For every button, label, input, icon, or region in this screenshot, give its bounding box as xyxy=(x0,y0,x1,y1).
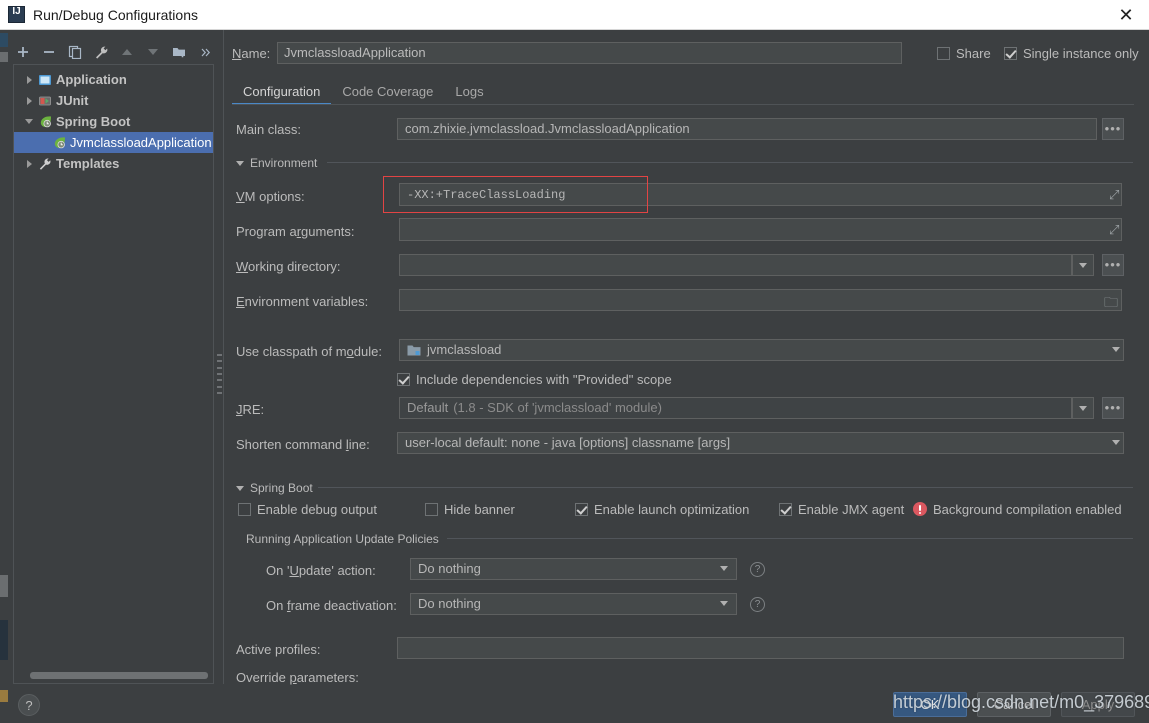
working-directory-browse-button[interactable]: ••• xyxy=(1102,254,1124,276)
chevron-down-icon xyxy=(236,486,244,491)
shorten-command-line-dropdown-arrow[interactable] xyxy=(1112,440,1120,445)
help-button[interactable]: ? xyxy=(18,694,40,716)
update-policies-label: Running Application Update Policies xyxy=(246,532,439,546)
classpath-module-label: Use classpath of module: xyxy=(236,344,382,359)
program-arguments-label: Program arguments: xyxy=(236,224,355,239)
environment-section-label: Environment xyxy=(250,156,317,170)
override-parameters-label: Override parameters: xyxy=(236,670,359,685)
run-debug-configurations-dialog: Run/Debug Configurations ✕ xyxy=(0,0,1149,723)
enable-jmx-agent-checkbox[interactable]: Enable JMX agent xyxy=(779,502,904,517)
main-class-label: Main class: xyxy=(236,122,301,137)
jre-combo[interactable]: Default (1.8 - SDK of 'jvmclassload' mod… xyxy=(399,397,1072,419)
working-directory-label: Working directory: xyxy=(236,259,341,274)
on-update-action-label: On 'Update' action: xyxy=(266,563,376,578)
enable-debug-output-checkbox[interactable]: Enable debug output xyxy=(238,502,377,517)
module-icon xyxy=(407,344,421,357)
checkbox-box[interactable] xyxy=(425,503,438,516)
classpath-module-value: jvmclassload xyxy=(427,340,501,360)
spring-boot-section-header[interactable]: Spring Boot xyxy=(236,481,313,495)
classpath-module-dropdown-arrow[interactable] xyxy=(1112,347,1120,352)
enable-launch-optimization-checkbox[interactable]: Enable launch optimization xyxy=(575,502,749,517)
include-provided-label: Include dependencies with "Provided" sco… xyxy=(416,372,672,387)
main-class-browse-button[interactable]: ••• xyxy=(1102,118,1124,140)
section-divider xyxy=(327,162,1133,163)
environment-variables-folder-icon[interactable]: 🗀 xyxy=(1104,292,1118,316)
on-update-dropdown-arrow[interactable] xyxy=(720,566,728,571)
program-arguments-expand-icon[interactable]: ⤢ xyxy=(1109,223,1119,238)
vm-options-label: VM options: xyxy=(236,189,305,204)
working-directory-dropdown[interactable] xyxy=(1072,254,1094,276)
on-update-action-combo[interactable]: Do nothing xyxy=(410,558,737,580)
error-circle-icon xyxy=(913,502,927,516)
checkbox-box[interactable] xyxy=(238,503,251,516)
jre-value: Default xyxy=(407,398,448,418)
main-class-input[interactable]: com.zhixie.jvmclassload.JvmclassloadAppl… xyxy=(397,118,1097,140)
section-divider xyxy=(318,487,1133,488)
hide-banner-checkbox[interactable]: Hide banner xyxy=(425,502,515,517)
watermark-text: https://blog.csdn.net/m0_37968982 xyxy=(893,692,1149,713)
hide-banner-label: Hide banner xyxy=(444,502,515,517)
environment-variables-input[interactable] xyxy=(399,289,1122,311)
program-arguments-input[interactable] xyxy=(399,218,1122,241)
chevron-down-icon xyxy=(236,161,244,166)
active-profiles-label: Active profiles: xyxy=(236,642,321,657)
jre-label: JRE: xyxy=(236,402,264,417)
vm-options-expand-icon[interactable]: ⤢ xyxy=(1109,188,1119,203)
enable-debug-output-label: Enable debug output xyxy=(257,502,377,517)
shorten-command-line-combo[interactable]: user-local default: none - java [options… xyxy=(397,432,1124,454)
background-compilation-warning: Background compilation enabled xyxy=(933,502,1122,517)
on-frame-help-icon[interactable]: ? xyxy=(750,597,765,612)
checkbox-box[interactable] xyxy=(397,373,410,386)
environment-variables-label: Environment variables: xyxy=(236,294,368,309)
checkbox-box[interactable] xyxy=(575,503,588,516)
enable-launch-optimization-label: Enable launch optimization xyxy=(594,502,749,517)
environment-section-header[interactable]: Environment xyxy=(236,156,317,170)
active-profiles-input[interactable] xyxy=(397,637,1124,659)
jre-value-detail: (1.8 - SDK of 'jvmclassload' module) xyxy=(453,398,662,418)
jre-browse-button[interactable]: ••• xyxy=(1102,397,1124,419)
jre-dropdown[interactable] xyxy=(1072,397,1094,419)
configuration-form: Main class: com.zhixie.jvmclassload.Jvmc… xyxy=(0,0,1149,723)
checkbox-box[interactable] xyxy=(779,503,792,516)
on-frame-dropdown-arrow[interactable] xyxy=(720,601,728,606)
on-frame-deactivation-combo[interactable]: Do nothing xyxy=(410,593,737,615)
vm-options-input[interactable]: -XX:+TraceClassLoading xyxy=(399,183,1122,206)
update-policies-section-header: Running Application Update Policies xyxy=(246,532,439,546)
section-divider xyxy=(447,538,1133,539)
classpath-module-combo[interactable]: jvmclassload xyxy=(399,339,1124,361)
working-directory-input[interactable] xyxy=(399,254,1072,276)
shorten-command-line-label: Shorten command line: xyxy=(236,437,370,452)
include-provided-checkbox[interactable]: Include dependencies with "Provided" sco… xyxy=(397,372,672,387)
spring-boot-section-label: Spring Boot xyxy=(250,481,313,495)
on-frame-deactivation-label: On frame deactivation: xyxy=(266,598,397,613)
on-update-help-icon[interactable]: ? xyxy=(750,562,765,577)
enable-jmx-agent-label: Enable JMX agent xyxy=(798,502,904,517)
